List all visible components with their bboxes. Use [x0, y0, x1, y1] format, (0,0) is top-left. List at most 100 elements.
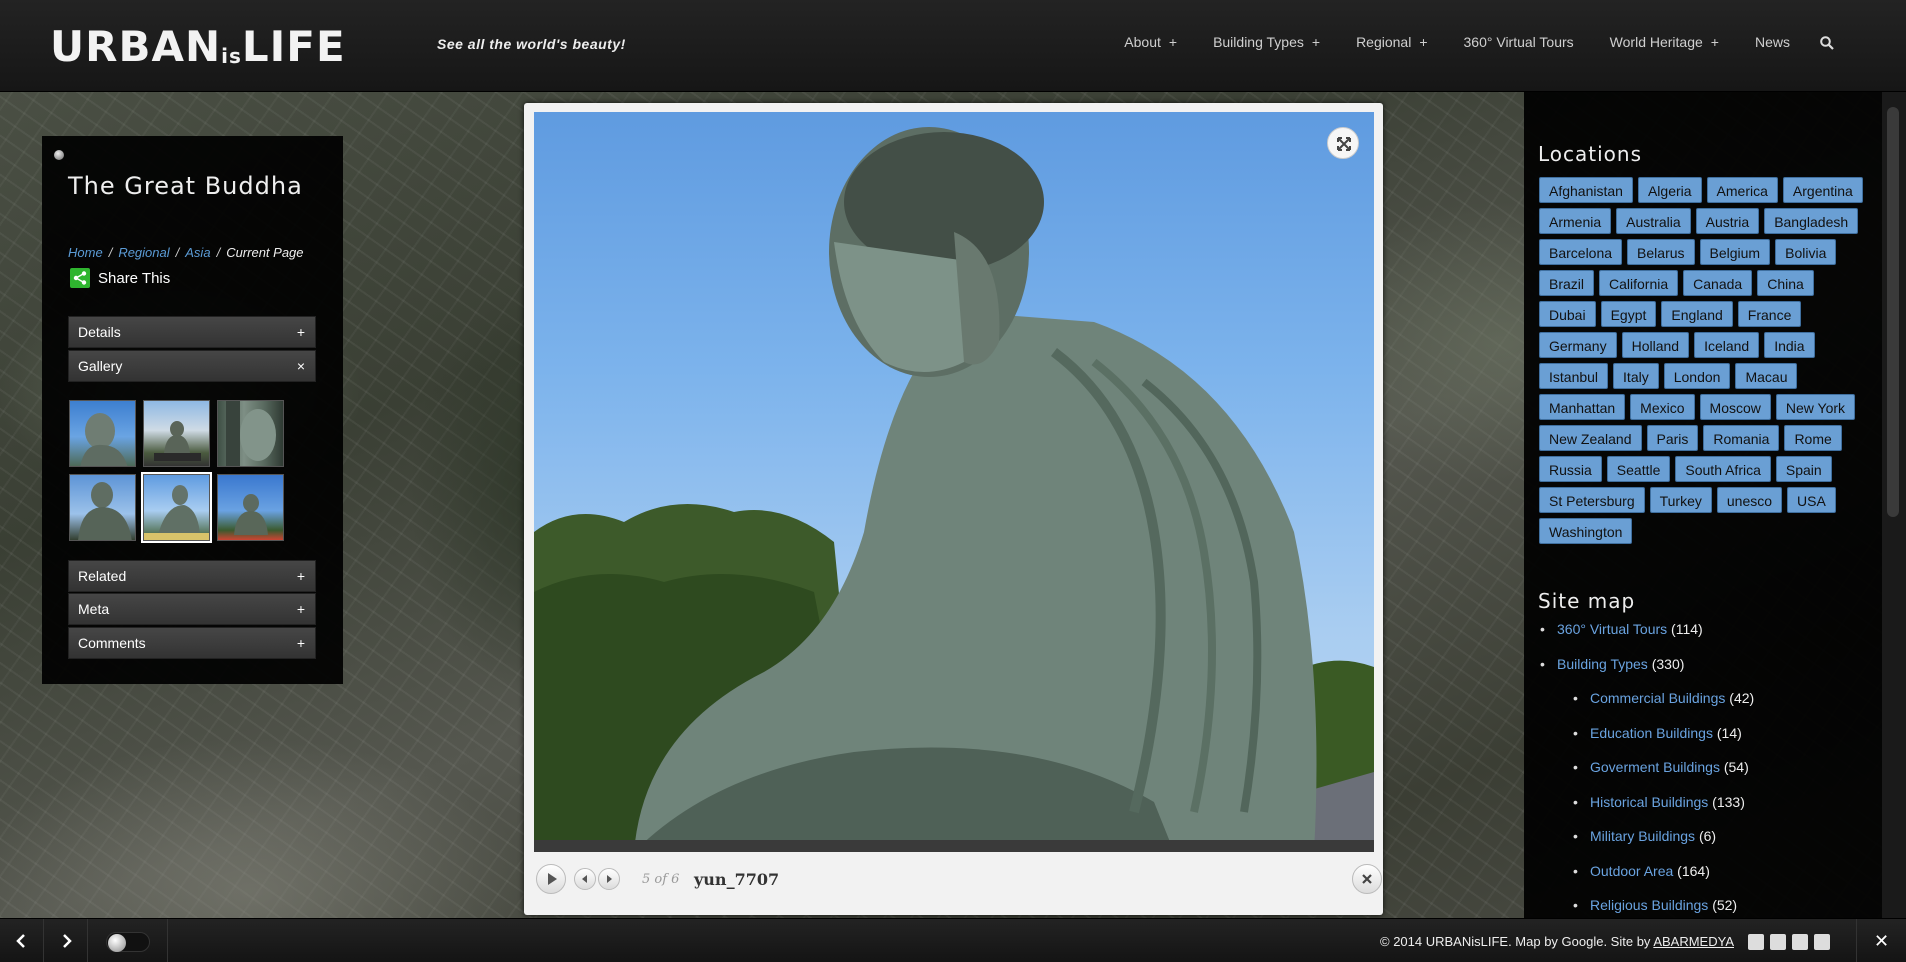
location-tag[interactable]: Argentina	[1782, 177, 1863, 203]
nav-virtual-tours[interactable]: 360° Virtual Tours	[1446, 34, 1592, 54]
location-tag[interactable]: Bangladesh	[1764, 208, 1859, 234]
map-toggle-switch[interactable]	[106, 932, 150, 952]
breadcrumb-asia[interactable]: Asia	[185, 245, 210, 260]
nav-building-types[interactable]: Building Types +	[1195, 34, 1338, 54]
location-tag[interactable]: England	[1661, 301, 1733, 327]
gallery-thumbnail[interactable]	[217, 400, 284, 467]
sitemap-link[interactable]: Outdoor Area	[1590, 863, 1673, 879]
sitemap-link[interactable]: Commercial Buildings	[1590, 690, 1725, 706]
location-tag[interactable]: New Zealand	[1539, 425, 1642, 451]
gallery-thumbnail[interactable]	[217, 474, 284, 541]
sitemap-link[interactable]: 360° Virtual Tours	[1557, 621, 1667, 637]
location-tag[interactable]: Mexico	[1630, 394, 1695, 420]
sitemap-link[interactable]: Goverment Buildings	[1590, 759, 1720, 775]
nav-regional[interactable]: Regional +	[1338, 34, 1445, 54]
expand-icon: +	[1710, 34, 1719, 50]
location-tag[interactable]: St Petersburg	[1539, 487, 1645, 513]
location-tag[interactable]: Holland	[1621, 332, 1690, 358]
slideshow-play-button[interactable]	[536, 864, 566, 894]
location-tag[interactable]: Istanbul	[1539, 363, 1609, 389]
sitemap-link[interactable]: Historical Buildings	[1590, 794, 1708, 810]
breadcrumb-home[interactable]: Home	[68, 245, 103, 260]
lightbox-image[interactable]	[534, 112, 1374, 852]
scrollbar-thumb[interactable]	[1887, 107, 1899, 517]
location-tag[interactable]: Dubai	[1539, 301, 1596, 327]
location-tag[interactable]: unesco	[1716, 487, 1783, 513]
sitemap-link[interactable]: Education Buildings	[1590, 725, 1713, 741]
instagram-icon[interactable]	[1770, 934, 1786, 950]
gallery-thumbnail[interactable]	[69, 474, 136, 541]
accordion-gallery[interactable]: Gallery ×	[68, 350, 316, 382]
location-tag[interactable]: China	[1757, 270, 1814, 296]
sitemap-item: 360° Virtual Tours (114)	[1538, 620, 1868, 655]
previous-image-button[interactable]	[574, 868, 596, 890]
location-tag[interactable]: Egypt	[1600, 301, 1657, 327]
location-tag[interactable]: Algeria	[1637, 177, 1702, 203]
sitemap-link[interactable]: Religious Buildings	[1590, 897, 1708, 913]
location-tag[interactable]: Russia	[1539, 456, 1602, 482]
accordion-meta[interactable]: Meta +	[68, 593, 316, 625]
location-tag[interactable]: Paris	[1646, 425, 1699, 451]
close-footer-button[interactable]: ✕	[1856, 919, 1906, 962]
location-tag[interactable]: California	[1599, 270, 1679, 296]
location-tag[interactable]: Turkey	[1649, 487, 1712, 513]
location-tag[interactable]: France	[1737, 301, 1802, 327]
location-tag[interactable]: London	[1663, 363, 1731, 389]
accordion-comments[interactable]: Comments +	[68, 627, 316, 659]
share-button[interactable]: Share This	[70, 268, 170, 288]
breadcrumb-separator: /	[175, 245, 180, 260]
location-tag[interactable]: Armenia	[1539, 208, 1612, 234]
location-tag[interactable]: Barcelona	[1539, 239, 1623, 265]
location-tag[interactable]: Belgium	[1699, 239, 1771, 265]
location-tag[interactable]: Australia	[1616, 208, 1691, 234]
close-lightbox-button[interactable]	[1352, 864, 1382, 894]
site-logo[interactable]: URBANisLIFE	[50, 22, 346, 71]
location-tag[interactable]: Washington	[1539, 518, 1633, 544]
fullscreen-button[interactable]	[1327, 127, 1359, 159]
location-tag[interactable]: Germany	[1539, 332, 1617, 358]
location-tag[interactable]: Austria	[1695, 208, 1760, 234]
panel-toggle-icon[interactable]	[54, 150, 64, 160]
page-scrollbar[interactable]	[1882, 92, 1906, 918]
gallery-thumbnail[interactable]	[143, 400, 210, 467]
sitemap-item: Religious Buildings (52)	[1538, 896, 1868, 918]
accordion-details[interactable]: Details +	[68, 316, 316, 348]
twitter-icon[interactable]	[1814, 934, 1830, 950]
rss-icon[interactable]	[1748, 934, 1764, 950]
location-tag[interactable]: Spain	[1775, 456, 1832, 482]
accordion-related[interactable]: Related +	[68, 560, 316, 592]
location-tag[interactable]: Manhattan	[1539, 394, 1626, 420]
search-button[interactable]	[1808, 34, 1848, 54]
next-image-button[interactable]	[598, 868, 620, 890]
location-tag[interactable]: New York	[1775, 394, 1856, 420]
location-tag[interactable]: Belarus	[1627, 239, 1695, 265]
location-tag[interactable]: Canada	[1683, 270, 1753, 296]
location-tag[interactable]: USA	[1787, 487, 1836, 513]
location-tag[interactable]: Iceland	[1694, 332, 1760, 358]
location-tag[interactable]: Macau	[1735, 363, 1798, 389]
location-tag[interactable]: Brazil	[1539, 270, 1595, 296]
author-link[interactable]: ABARMEDYA	[1653, 934, 1734, 949]
location-tag[interactable]: Rome	[1784, 425, 1842, 451]
location-tag[interactable]: Italy	[1613, 363, 1659, 389]
location-tag[interactable]: India	[1764, 332, 1815, 358]
location-tag[interactable]: Seattle	[1606, 456, 1671, 482]
sitemap-link[interactable]: Military Buildings	[1590, 828, 1695, 844]
location-tag[interactable]: America	[1706, 177, 1778, 203]
page-title: The Great Buddha	[68, 172, 303, 200]
location-tag[interactable]: Romania	[1703, 425, 1780, 451]
next-post-button[interactable]	[44, 919, 88, 962]
sitemap-link[interactable]: Building Types	[1557, 656, 1648, 672]
gallery-thumbnail[interactable]	[141, 472, 212, 543]
nav-world-heritage[interactable]: World Heritage +	[1592, 34, 1737, 54]
breadcrumb-regional[interactable]: Regional	[118, 245, 169, 260]
gallery-thumbnail[interactable]	[69, 400, 136, 467]
location-tag[interactable]: Afghanistan	[1539, 177, 1633, 203]
previous-post-button[interactable]	[0, 919, 44, 962]
nav-about[interactable]: About +	[1106, 34, 1195, 54]
pinterest-icon[interactable]	[1792, 934, 1808, 950]
nav-news[interactable]: News	[1737, 34, 1808, 54]
location-tag[interactable]: Bolivia	[1775, 239, 1837, 265]
location-tag[interactable]: South Africa	[1675, 456, 1771, 482]
location-tag[interactable]: Moscow	[1699, 394, 1771, 420]
